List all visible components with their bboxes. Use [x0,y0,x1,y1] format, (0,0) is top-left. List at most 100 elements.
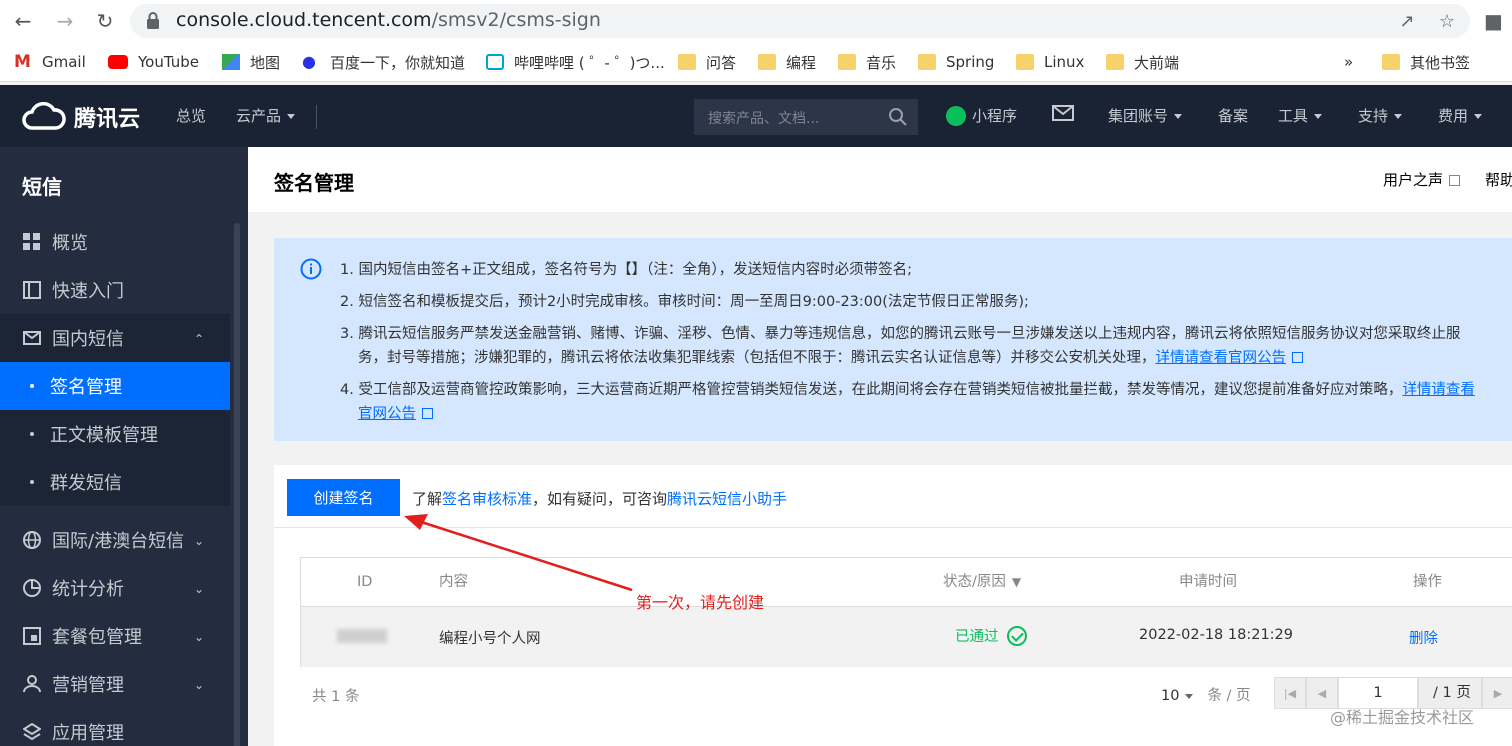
announcement-link-2[interactable]: 详情请查看 [1402,382,1475,398]
cell-status: 已通过 [955,625,1027,646]
notice-item-4: 4. 受工信部及运营商管控政策影响，三大运营商近期严格管控营销类短信发送，在此期… [340,382,1475,398]
sidebar-item-international[interactable]: 国际/港澳台短信 ⌄ [0,516,230,564]
create-sign-button[interactable]: 创建签名 [287,479,400,516]
bookmark-folder-qa[interactable]: 问答 [678,50,736,74]
bookmark-baidu[interactable]: ● 百度一下，你就知道 [302,50,465,74]
sidebar-item-package[interactable]: 套餐包管理 ⌄ [0,612,230,660]
bookmark-bilibili[interactable]: 哔哩哔哩 ( ゜- ゜)つ... [486,50,665,74]
cell-time: 2022-02-18 18:21:29 [1139,627,1293,643]
grid-icon [22,232,42,252]
bookmark-folder-music[interactable]: 音乐 [838,50,896,74]
package-icon [22,626,42,646]
nav-mini-program[interactable]: 小程序 [946,105,1017,126]
brand-logo[interactable]: 腾讯云 [22,101,140,133]
info-icon [300,258,322,280]
bullet-dot [30,384,34,388]
chevron-down-icon [1174,114,1183,119]
sidebar-item-marketing[interactable]: 营销管理 ⌄ [0,660,230,708]
url-text[interactable]: console.cloud.tencent.com/smsv2/csms-sig… [176,9,601,31]
review-standard-link[interactable]: 签名审核标准 [442,490,532,508]
announcement-link[interactable]: 详情请查看官网公告 [1156,350,1287,366]
announcement-link-2b[interactable]: 官网公告 [358,406,416,422]
mail-icon[interactable] [1052,105,1074,125]
bilibili-icon [486,54,504,70]
folder-icon [758,54,776,70]
nav-group-account[interactable]: 集团账号 [1108,105,1183,126]
divider [274,527,1512,528]
bookmarks-bar: M Gmail YouTube 地图 ● 百度一下，你就知道 哔哩哔哩 ( ゜- ゜… [0,42,1512,82]
chevron-down-icon [1314,114,1323,119]
bookmark-gmail[interactable]: M Gmail [14,50,86,74]
star-icon[interactable]: ☆ [1436,10,1458,32]
mail-icon [22,328,42,348]
bullet-dot [30,432,34,436]
page-size-select[interactable]: 10 条 / 页 [1161,684,1251,705]
other-bookmarks[interactable]: 其他书签 [1382,50,1470,74]
nav-beian[interactable]: 备案 [1218,105,1248,126]
nav-tools[interactable]: 工具 [1278,105,1323,126]
sidebar-item-overview[interactable]: 概览 [0,218,230,266]
nav-support[interactable]: 支持 [1358,105,1403,126]
external-link-icon [422,408,433,419]
sms-assistant-link[interactable]: 腾讯云短信小助手 [667,490,787,508]
first-page-button[interactable]: |◀ [1274,677,1306,709]
sidebar-item-apps[interactable]: 应用管理 [0,708,230,746]
table-row: 编程小号个人网 已通过 2022-02-18 18:21:29 删除 [301,606,1512,667]
cloud-logo-icon [22,102,66,130]
sidebar-item-template-management[interactable]: 正文模板管理 [0,410,230,458]
forward-icon[interactable]: → [52,8,78,34]
divider [316,105,317,129]
search-input[interactable]: 搜索产品、文档... [694,99,918,135]
back-icon[interactable]: ← [10,8,36,34]
extensions-icon[interactable]: ■ [1484,9,1508,33]
console-header: 腾讯云 总览 云产品 搜索产品、文档... 小程序 集团账号 备案 工具 支持 … [0,85,1512,147]
bookmark-folder-coding[interactable]: 编程 [758,50,816,74]
pie-chart-icon [22,578,42,598]
share-icon[interactable]: ↗ [1396,10,1418,32]
youtube-icon [108,55,128,69]
bullet-dot [30,480,34,484]
maps-icon [222,54,240,70]
nav-overview[interactable]: 总览 [176,105,206,126]
sidebar-item-group-sms[interactable]: 群发短信 [0,458,230,506]
user-voice-link[interactable]: 用户之声 [1383,169,1461,190]
sidebar-item-statistics[interactable]: 统计分析 ⌄ [0,564,230,612]
pager-total: 共 1 条 [312,689,360,705]
reload-icon[interactable]: ↻ [92,8,118,34]
chevron-down-icon: ⌄ [193,630,204,644]
bookmarks-more[interactable]: » [1344,50,1353,74]
help-link[interactable]: 帮助 [1485,169,1512,190]
folder-icon [678,54,696,70]
chevron-down-icon [1185,693,1194,699]
external-link-icon [1449,175,1461,186]
bookmark-youtube[interactable]: YouTube [108,50,199,74]
column-header-ops: 操作 [1413,574,1442,590]
column-header-status[interactable]: 状态/原因 ▼ [943,558,1021,606]
chevron-down-icon [287,114,296,119]
bookmark-maps[interactable]: 地图 [222,50,280,74]
sidebar-item-sign-management[interactable]: 签名管理 [0,362,230,410]
nav-products[interactable]: 云产品 [236,105,296,126]
folder-icon [918,54,936,70]
check-circle-icon [1006,625,1027,646]
external-link-icon [1292,352,1303,363]
bookmark-folder-spring[interactable]: Spring [918,50,994,74]
sidebar-item-domestic[interactable]: 国内短信 ⌃ [0,314,230,362]
sidebar: 短信 概览 快速入门 国内短信 ⌃ 签名管理 正文模板管理 群发短信 国际/港澳… [0,147,248,746]
nav-fees[interactable]: 费用 [1438,105,1483,126]
delete-link[interactable]: 删除 [1409,627,1438,648]
chevron-down-icon: ⌄ [193,678,204,692]
notice-item-3-cont: 务，封号等措施；涉嫌犯罪的，腾讯云将依法收集犯罪线索（包括但不限于：腾讯云实名认… [358,346,1303,367]
search-icon[interactable] [888,107,908,127]
sidebar-scrollbar[interactable] [234,223,240,746]
next-page-button[interactable]: ▶ [1482,677,1512,709]
create-tip: 了解签名审核标准，如有疑问，可咨询腾讯云短信小助手 [412,490,788,508]
folder-icon [838,54,856,70]
notice-item-2: 2. 短信签名和模板提交后，预计2小时完成审核。审核时间：周一至周日9:00-2… [340,294,1029,310]
notice-item-4-cont: 官网公告 [358,402,433,423]
sidebar-title: 短信 [22,175,62,199]
bookmark-folder-linux[interactable]: Linux [1016,50,1084,74]
filter-icon[interactable]: ▼ [1012,575,1021,589]
bookmark-folder-frontend[interactable]: 大前端 [1106,50,1179,74]
sidebar-item-quickstart[interactable]: 快速入门 [0,266,230,314]
